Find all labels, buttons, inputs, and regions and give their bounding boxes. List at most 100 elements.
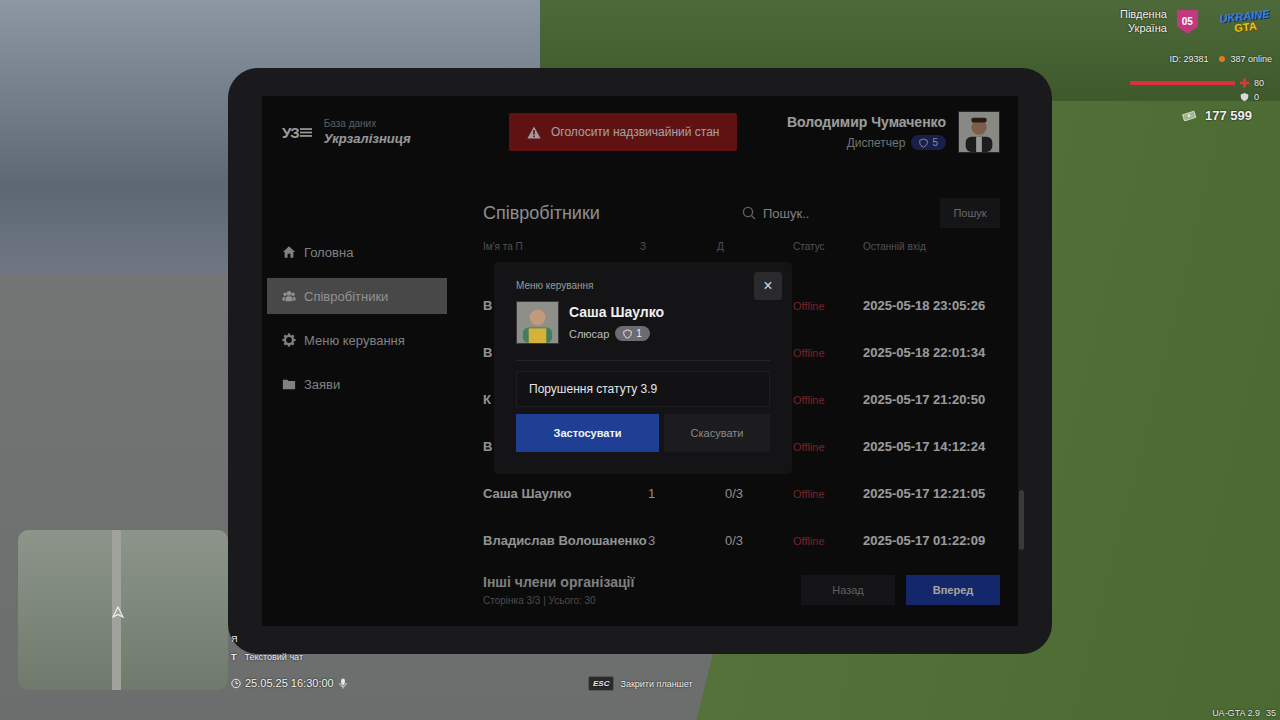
close-hint-label: Закрити планшет [620, 679, 692, 689]
server-name-line: Україна [1128, 22, 1167, 36]
online-count: 387 online [1230, 54, 1272, 64]
player-arrow-icon [112, 606, 124, 618]
table-header: Ім'я та ПЗДСтатусОстанній вхід [483, 234, 1000, 258]
server-name: ПівденнаУкраїна [1120, 8, 1167, 36]
employee-last-login: 2025-05-18 23:05:26 [863, 298, 1000, 313]
server-name-line: Південна [1120, 8, 1167, 22]
close-tablet-hint: ESC Закрити планшет [588, 676, 693, 691]
footer-info: Інші члени організаціїСторінка 3/3 | Усь… [483, 574, 634, 606]
employee-name: Владислав Волошаненко [483, 533, 640, 548]
topbar: Оголосити надзвичайний стан Володимир Чум… [462, 96, 1018, 168]
clock-icon [231, 678, 241, 689]
online-dot [1219, 56, 1225, 62]
employee-last-login: 2025-05-18 22:01:34 [863, 345, 1000, 360]
column-header: Статус [793, 241, 863, 252]
search-group: Пошук.. Пошук [740, 198, 1000, 228]
user-role-row: Диспетчер 5 [847, 135, 946, 150]
user-info: Володимир Чумаченко Диспетчер 5 [787, 114, 946, 150]
employee-status: Offline [793, 347, 863, 359]
modal-button[interactable]: Застосувати [516, 414, 659, 452]
search-icon [742, 206, 756, 220]
title-row: Співробітники Пошук.. Пошук [483, 198, 1000, 228]
emergency-button[interactable]: Оголосити надзвичайний стан [509, 113, 737, 151]
employee-status: Offline [793, 300, 863, 312]
separator [516, 360, 770, 361]
folder-icon [282, 377, 296, 391]
scrollbar-thumb[interactable] [1019, 490, 1024, 550]
sidebar-item[interactable]: Головна [267, 234, 447, 270]
microphone-icon [338, 678, 348, 689]
esc-key: ESC [588, 676, 614, 691]
user-role: Диспетчер [847, 136, 906, 150]
search-placeholder: Пошук.. [763, 206, 809, 221]
sidebar-item-label: Головна [304, 245, 353, 260]
pagination-button[interactable]: Вперед [906, 575, 1000, 605]
player-stats: ID: 29381387 online800177 599 [1130, 54, 1272, 123]
sidebar-item[interactable]: Заяви [267, 366, 447, 402]
search-button[interactable]: Пошук [940, 198, 1000, 228]
employee-status: Offline [793, 488, 863, 500]
sidebar-item[interactable]: Співробітники [267, 278, 447, 314]
employee-role: Слюсар [569, 328, 609, 340]
money-icon [1182, 110, 1197, 121]
pagination-button[interactable]: Назад [801, 575, 895, 605]
employee-last-login: 2025-05-17 12:21:05 [863, 486, 1000, 501]
search-field[interactable]: Пошук.. [740, 198, 930, 228]
column-header: Ім'я та П [483, 241, 640, 252]
minimap [18, 530, 228, 690]
reason-input[interactable]: Порушення статуту 3.9 [516, 371, 770, 407]
sidebar-item[interactable]: Меню керування [267, 322, 447, 358]
chat-key: T [231, 652, 237, 662]
employee-name: Саша Шаулко [483, 486, 640, 501]
table-row[interactable]: Владислав Волошаненко30/3Offline2025-05-… [483, 517, 1000, 564]
money-value: 177 599 [1205, 108, 1252, 123]
user-name: Володимир Чумаченко [787, 114, 946, 130]
sidebar: Головна Співробітники Меню керування Заяви [262, 168, 462, 626]
employee-info: Саша Шаулко Слюсар 1 [569, 304, 664, 341]
employee-last-login: 2025-05-17 01:22:09 [863, 533, 1000, 548]
armor-row: 0 [1240, 92, 1272, 102]
column-header: Останній вхід [863, 241, 1000, 252]
gear-icon [282, 333, 296, 347]
datetime-text: 25.05.25 16:30:00 [245, 677, 334, 689]
tablet: УЗБаза данихУкрзалізницяОголосити надзви… [228, 68, 1052, 654]
server-number-badge: 05 [1177, 10, 1198, 34]
pagination-buttons: Назад Вперед [801, 575, 1000, 605]
app-brand: УЗБаза данихУкрзалізниця [262, 96, 462, 168]
logo-text: УЗ [282, 124, 299, 141]
player-id-row: ID: 29381387 online [1169, 54, 1272, 64]
close-button[interactable]: × [754, 272, 782, 300]
rank-badge: 5 [911, 135, 946, 150]
page-title: Співробітники [483, 203, 600, 224]
sidebar-item-label: Співробітники [304, 289, 388, 304]
employee-status: Offline [793, 394, 863, 406]
rank-value: 1 [636, 328, 642, 339]
game-screen: УЗБаза данихУкрзалізницяОголосити надзви… [0, 0, 1280, 720]
user-avatar-icon [958, 111, 1000, 153]
health-cross-icon [1240, 78, 1249, 88]
employee-role-row: Слюсар 1 [569, 326, 664, 341]
chat-hint: TТекстовий чат [231, 652, 303, 662]
warning-icon [527, 126, 541, 139]
pagination-info: Сторінка 3/3 | Усього: 30 [483, 595, 634, 606]
table-row[interactable]: Саша Шаулко10/3Offline2025-05-17 12:21:0… [483, 470, 1000, 517]
modal-button[interactable]: Скасувати [664, 414, 770, 452]
health-bar [1130, 81, 1235, 85]
version-info: UA-GTA 2.935 [1212, 708, 1276, 718]
employee-status: Offline [793, 535, 863, 547]
tablet-screen: УЗБаза данихУкрзалізницяОголосити надзви… [262, 96, 1018, 626]
employee-warnings: 0/3 [717, 533, 793, 548]
user-block: Володимир Чумаченко Диспетчер 5 [787, 111, 1000, 153]
employee-name: Саша Шаулко [569, 304, 664, 320]
game-logo: UKRAINEGTA [1219, 8, 1271, 35]
modal-label: Меню керування [516, 280, 770, 291]
money-row: 177 599 [1182, 108, 1272, 123]
column-header: Д [717, 241, 793, 252]
shield-icon [623, 329, 632, 339]
emergency-label: Оголосити надзвичайний стан [551, 125, 719, 139]
sidebar-item-label: Заяви [304, 377, 340, 392]
people-icon [282, 289, 296, 303]
sidebar-item-label: Меню керування [304, 333, 405, 348]
employee-avatar-icon [516, 301, 559, 344]
brand-title: Укрзалізниця [324, 131, 411, 146]
